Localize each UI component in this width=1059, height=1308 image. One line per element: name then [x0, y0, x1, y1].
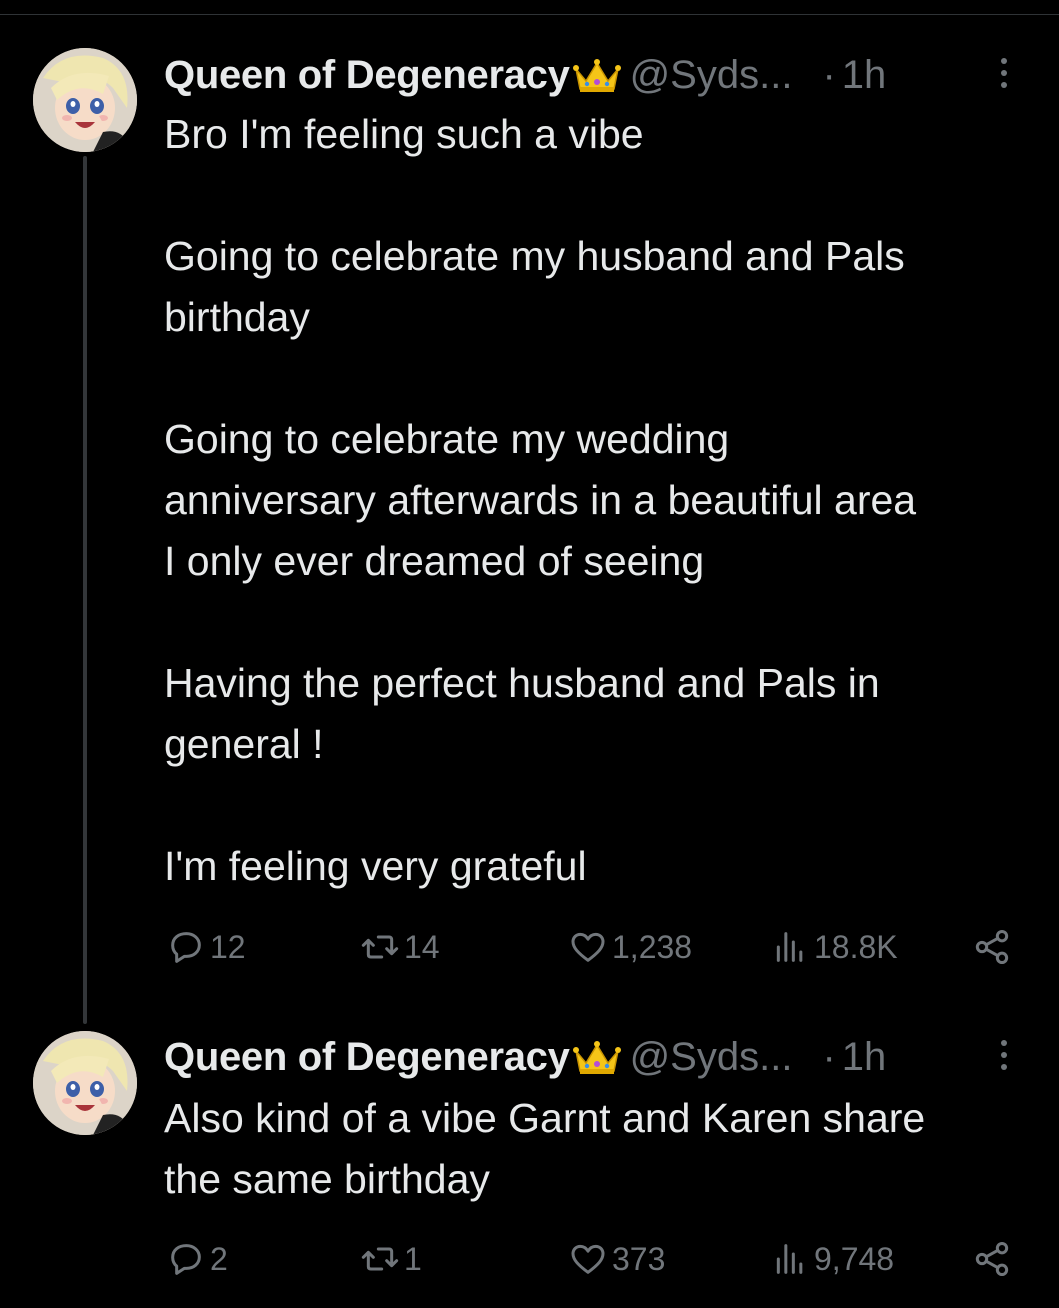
- action-bar: 12 14 1,238 18.8K: [164, 922, 1034, 972]
- tweet-header: Queen of Degeneracy @Syds... · 1h: [164, 50, 1034, 100]
- retweet-icon: [361, 935, 399, 959]
- tweet-line: Going to celebrate my wedding: [164, 416, 730, 462]
- tweet-line: Having the perfect husband and Pals in: [164, 660, 880, 706]
- more-icon[interactable]: [998, 1040, 1010, 1076]
- heart-icon: [571, 932, 605, 962]
- timestamp[interactable]: 1h: [842, 53, 887, 98]
- tweet-line: Going to celebrate my husband and Pals: [164, 233, 905, 279]
- like-count: 1,238: [612, 928, 693, 965]
- heart-icon: [571, 1244, 605, 1274]
- separator-dot: ·: [822, 52, 836, 97]
- reply-icon: [171, 932, 201, 963]
- share-button[interactable]: [972, 922, 1016, 972]
- retweet-count: 1: [404, 1240, 422, 1277]
- tweet-line: I only ever dreamed of seeing: [164, 538, 705, 584]
- avatar[interactable]: [33, 1031, 137, 1135]
- tweet-text: Bro I'm feeling such a vibe Going to cel…: [164, 104, 1044, 897]
- like-button[interactable]: 1,238: [568, 922, 692, 972]
- tweet-line: [164, 775, 1044, 836]
- reply-button[interactable]: 12: [166, 922, 246, 972]
- views-count: 18.8K: [814, 928, 898, 965]
- retweet-button[interactable]: 1: [360, 1234, 422, 1284]
- reply-count: 2: [210, 1240, 228, 1277]
- reply-button[interactable]: 2: [166, 1234, 228, 1284]
- retweet-button[interactable]: 14: [360, 922, 440, 972]
- retweet-icon: [361, 1247, 399, 1271]
- reply-count: 12: [210, 928, 246, 965]
- user-handle[interactable]: @Syds...: [630, 53, 793, 98]
- reply-icon: [171, 1244, 201, 1275]
- share-icon: [975, 1242, 1009, 1276]
- avatar-image: [33, 1031, 137, 1135]
- tweet-line: the same birthday: [164, 1156, 490, 1202]
- top-divider: [0, 14, 1059, 15]
- like-button[interactable]: 373: [568, 1234, 665, 1284]
- tweet-line: birthday: [164, 294, 310, 340]
- user-handle[interactable]: @Syds...: [630, 1035, 793, 1080]
- separator-dot: ·: [822, 1034, 836, 1079]
- views-button[interactable]: 18.8K: [770, 922, 898, 972]
- thread-line: [83, 156, 87, 1024]
- views-button[interactable]: 9,748: [770, 1234, 894, 1284]
- tweet-header: Queen of Degeneracy @Syds... · 1h: [164, 1032, 1034, 1082]
- action-bar: 2 1 373 9,748: [164, 1234, 1034, 1284]
- avatar[interactable]: [33, 48, 137, 152]
- views-count: 9,748: [814, 1240, 895, 1277]
- views-icon: [776, 932, 803, 962]
- tweet-text: Also kind of a vibe Garnt and Karen shar…: [164, 1088, 1044, 1210]
- views-icon: [776, 1244, 803, 1274]
- avatar-image: [33, 48, 137, 152]
- share-icon: [975, 930, 1009, 964]
- tweet-line: [164, 165, 1044, 226]
- tweet-line: Bro I'm feeling such a vibe: [164, 111, 644, 157]
- tweet-line: anniversary afterwards in a beautiful ar…: [164, 477, 917, 523]
- crown-icon: [572, 1037, 622, 1077]
- crown-icon: [572, 55, 622, 95]
- tweet-line: [164, 592, 1044, 653]
- timestamp[interactable]: 1h: [842, 1035, 887, 1080]
- tweet-line: [164, 348, 1044, 409]
- display-name[interactable]: Queen of Degeneracy: [164, 53, 570, 98]
- display-name[interactable]: Queen of Degeneracy: [164, 1035, 570, 1080]
- tweet-line: I'm feeling very grateful: [164, 843, 587, 889]
- share-button[interactable]: [972, 1234, 1016, 1284]
- more-icon[interactable]: [998, 58, 1010, 94]
- tweet-line: general !: [164, 721, 324, 767]
- retweet-count: 14: [404, 928, 440, 965]
- tweet-line: Also kind of a vibe Garnt and Karen shar…: [164, 1095, 926, 1141]
- like-count: 373: [612, 1240, 666, 1277]
